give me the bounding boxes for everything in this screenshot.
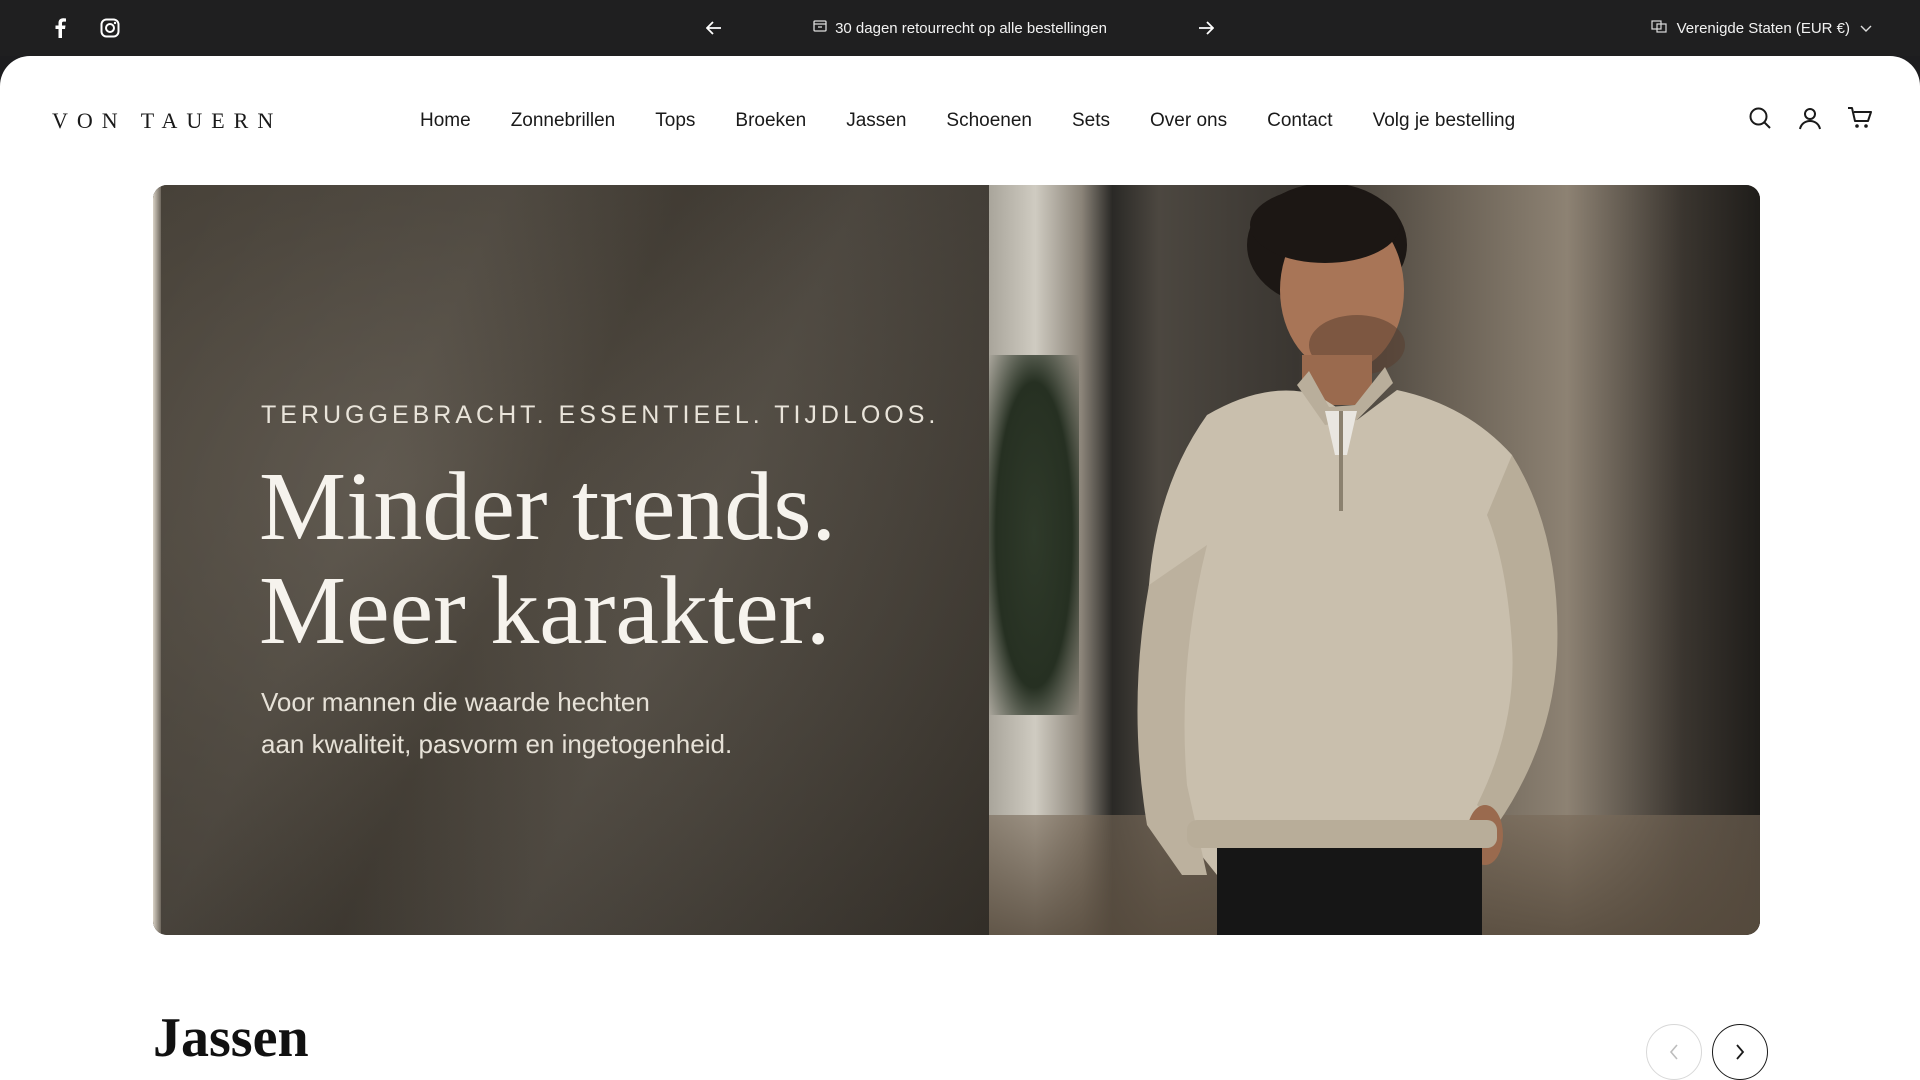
announcement-carousel: 30 dagen retourrecht op alle bestellinge… (700, 0, 1220, 56)
cart-icon[interactable] (1846, 104, 1874, 132)
nav-item-sets[interactable]: Sets (1052, 104, 1130, 138)
nav-item-volg-je-bestelling[interactable]: Volg je bestelling (1353, 104, 1536, 138)
hero-subtitle-line-2: aan kwaliteit, pasvorm en ingetogenheid. (261, 729, 733, 759)
hero-subtitle-line-1: Voor mannen die waarde hechten (261, 687, 650, 717)
country-label: Verenigde Staten (EUR €) (1676, 19, 1850, 37)
nav-item-broeken[interactable]: Broeken (715, 104, 826, 138)
nav-item-tops[interactable]: Tops (635, 104, 715, 138)
arrow-left-icon[interactable] (700, 14, 728, 42)
nav-item-home[interactable]: Home (400, 104, 491, 138)
header-actions (1746, 104, 1874, 132)
logo[interactable]: VON TAUERN (52, 108, 282, 134)
hero-headline: Minder trends. Meer karakter. (259, 455, 836, 663)
nav-item-contact[interactable]: Contact (1247, 104, 1352, 138)
nav-item-schoenen[interactable]: Schoenen (926, 104, 1052, 138)
announcement-text: 30 dagen retourrecht op alle bestellinge… (835, 19, 1107, 37)
main-nav: Home Zonnebrillen Tops Broeken Jassen Sc… (400, 104, 1535, 138)
section-title: Jassen (153, 1007, 309, 1069)
chevron-down-icon (1860, 20, 1872, 37)
globe-icon (1650, 18, 1667, 38)
country-selector[interactable]: Verenigde Staten (EUR €) (1650, 0, 1872, 56)
carousel-next-button[interactable] (1712, 1024, 1768, 1080)
announcement-bar: 30 dagen retourrecht op alle bestellinge… (0, 0, 1920, 56)
arrow-right-icon[interactable] (1192, 14, 1220, 42)
chevron-right-icon (1736, 1044, 1745, 1060)
instagram-icon[interactable] (98, 16, 122, 40)
announcement-message: 30 dagen retourrecht op alle bestellinge… (813, 19, 1107, 37)
nav-item-jassen[interactable]: Jassen (826, 104, 926, 138)
nav-item-over-ons[interactable]: Over ons (1130, 104, 1247, 138)
hero-subtitle: Voor mannen die waarde hechten aan kwali… (261, 681, 732, 765)
account-icon[interactable] (1796, 104, 1824, 132)
hero-headline-line-1: Minder trends. (259, 453, 836, 561)
hero-eyebrow: TERUGGEBRACHT. ESSENTIEEL. TIJDLOOS. (261, 401, 940, 429)
social-links (48, 16, 122, 40)
hero-banner[interactable]: TERUGGEBRACHT. ESSENTIEEL. TIJDLOOS. Min… (153, 185, 1760, 935)
chevron-left-icon (1669, 1044, 1678, 1060)
carousel-prev-button[interactable] (1646, 1024, 1702, 1080)
carousel-controls (1646, 1024, 1768, 1080)
model-image (1137, 185, 1558, 935)
return-box-icon (813, 19, 827, 37)
nav-item-zonnebrillen[interactable]: Zonnebrillen (491, 104, 636, 138)
page-surface: VON TAUERN Home Zonnebrillen Tops Broeke… (0, 56, 1920, 1080)
search-icon[interactable] (1746, 104, 1774, 132)
facebook-icon[interactable] (48, 16, 72, 40)
hero-headline-line-2: Meer karakter. (259, 557, 831, 665)
